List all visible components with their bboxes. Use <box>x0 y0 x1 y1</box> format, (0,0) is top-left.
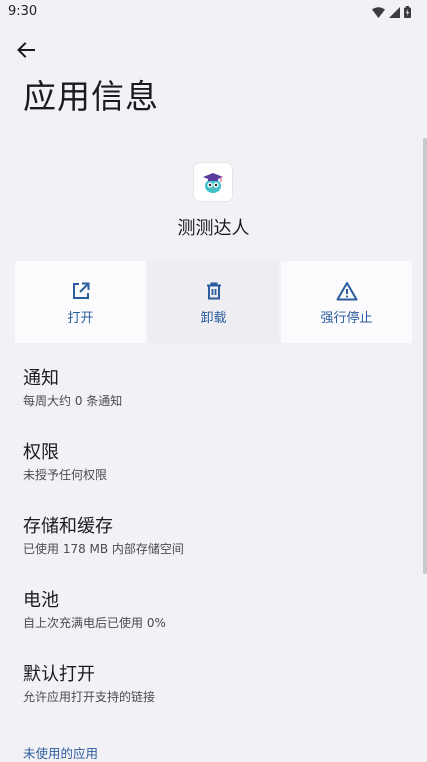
storage-cache-item[interactable]: 存储和缓存 已使用 178 MB 内部存储空间 <box>23 516 403 557</box>
force-stop-button-label: 强行停止 <box>320 311 373 326</box>
action-bar: 打开 卸载 强行停止 <box>15 261 412 343</box>
open-button-label: 打开 <box>67 311 94 326</box>
status-bar: 9:30 <box>0 0 427 24</box>
item-title: 权限 <box>23 442 59 463</box>
warning-icon <box>336 282 357 301</box>
status-icons <box>372 5 411 19</box>
trash-icon <box>206 282 221 300</box>
item-subtitle: 未授予任何权限 <box>23 468 108 482</box>
unused-apps-section-header: 未使用的应用 <box>23 746 99 761</box>
item-title: 存储和缓存 <box>23 516 113 537</box>
battery-item[interactable]: 电池 自上次充满电后已使用 0% <box>23 590 403 631</box>
item-title: 默认打开 <box>23 664 95 685</box>
arrow-back-icon <box>17 42 35 58</box>
back-button[interactable] <box>12 36 40 64</box>
app-name: 测测达人 <box>177 218 250 239</box>
wifi-icon <box>372 6 385 18</box>
scrollbar[interactable] <box>423 138 427 574</box>
page-title: 应用信息 <box>23 77 159 116</box>
status-time: 9:30 <box>8 4 38 19</box>
battery-icon <box>404 6 411 18</box>
app-icon <box>194 163 232 201</box>
open-in-new-icon <box>72 282 89 299</box>
item-subtitle: 允许应用打开支持的链接 <box>23 690 156 704</box>
item-subtitle: 已使用 178 MB 内部存储空间 <box>23 542 184 556</box>
open-button[interactable]: 打开 <box>15 261 146 343</box>
notifications-item[interactable]: 通知 每周大约 0 条通知 <box>23 368 403 409</box>
open-by-default-item[interactable]: 默认打开 允许应用打开支持的链接 <box>23 664 403 705</box>
item-title: 通知 <box>23 368 59 389</box>
item-subtitle: 自上次充满电后已使用 0% <box>23 616 166 630</box>
item-subtitle: 每周大约 0 条通知 <box>23 394 123 408</box>
uninstall-button-label: 卸载 <box>200 311 227 326</box>
owl-graduate-icon <box>203 173 223 193</box>
permissions-item[interactable]: 权限 未授予任何权限 <box>23 442 403 483</box>
signal-icon <box>389 6 400 18</box>
item-title: 电池 <box>23 590 59 611</box>
uninstall-button[interactable]: 卸载 <box>148 261 279 343</box>
force-stop-button[interactable]: 强行停止 <box>281 261 412 343</box>
